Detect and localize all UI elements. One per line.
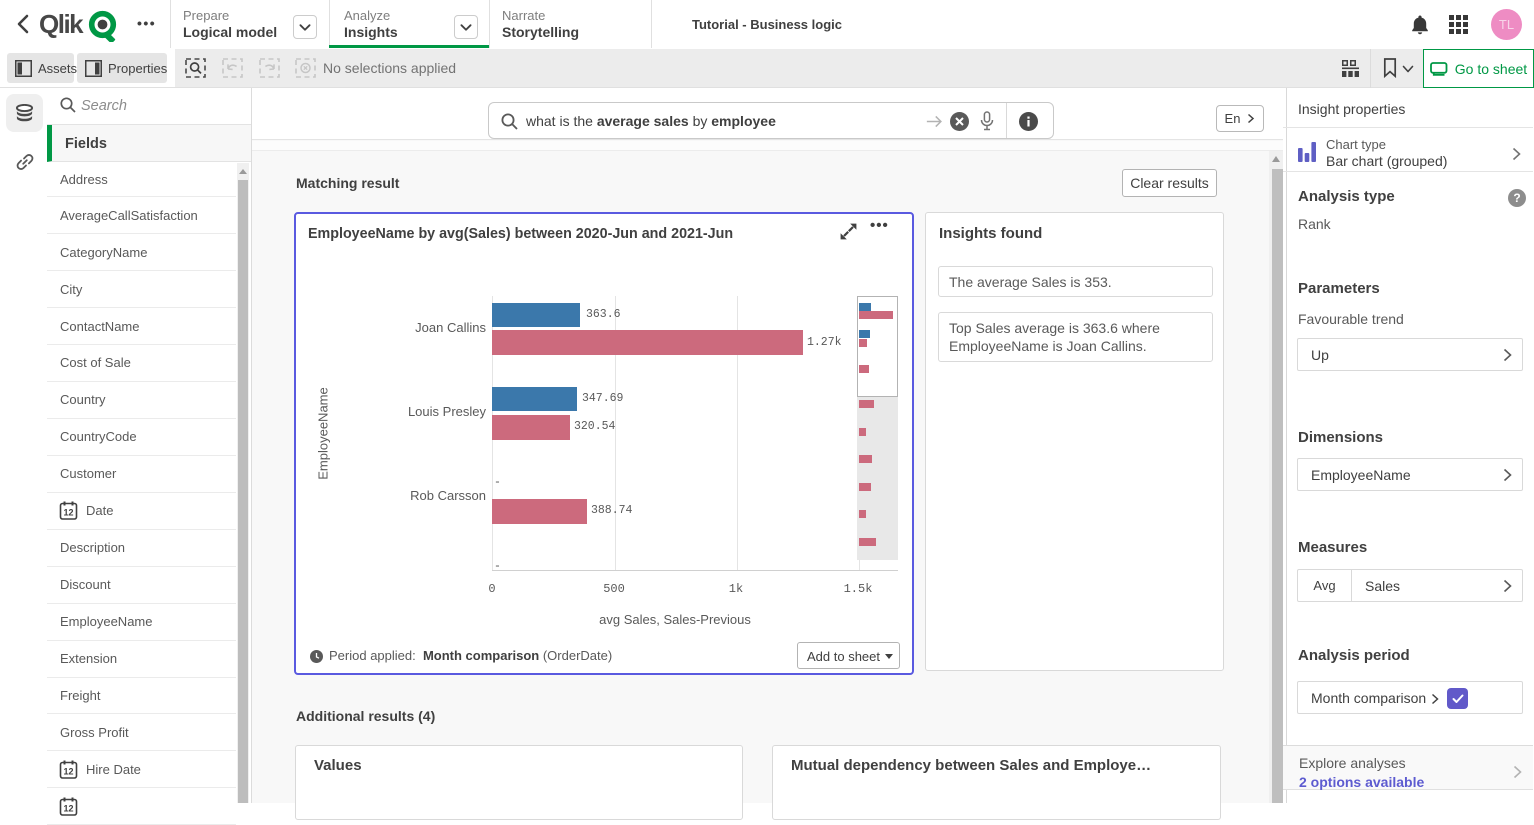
svg-text:12: 12 [63,508,73,518]
svg-text:12: 12 [63,803,73,813]
svg-text:12: 12 [63,766,73,776]
